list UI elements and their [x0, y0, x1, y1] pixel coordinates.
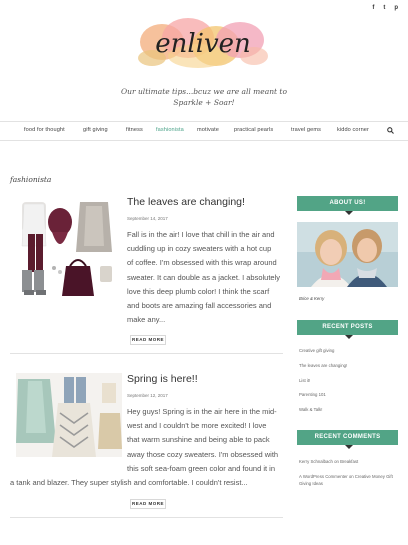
nav-item-motivate[interactable]: motivate [197, 127, 219, 133]
nav-item-gift-giving[interactable]: gift giving [83, 127, 108, 133]
facebook-icon[interactable]: f [372, 5, 374, 11]
logo-text: enliven [155, 29, 251, 59]
main-nav: food for thought gift giving fitness fas… [0, 121, 408, 141]
about-caption: Brice & Kerry [299, 296, 325, 301]
about-us-heading: ABOUT US! [297, 196, 398, 215]
recent-comment[interactable]: A WordPress Commenter on Creative Money … [299, 473, 398, 487]
post-thumbnail[interactable] [16, 196, 122, 306]
post-excerpt-continued: a tank and blazer. They super stylish an… [10, 478, 248, 487]
post-thumbnail[interactable] [16, 373, 122, 457]
recent-post-link[interactable]: List it! [299, 378, 310, 383]
post-excerpt: Fall is in the air! I love that chill in… [127, 230, 281, 325]
site-logo[interactable]: enliven [128, 12, 278, 76]
nav-item-fitness[interactable]: fitness [126, 127, 143, 133]
tagline: Our ultimate tips...bcuz we are all mean… [121, 87, 287, 107]
pinterest-icon[interactable]: p [394, 5, 398, 11]
recent-post-link[interactable]: The leaves are changing! [299, 363, 347, 368]
nav-item-travel-gems[interactable]: travel gems [291, 127, 321, 133]
recent-post-link[interactable]: Parenting 101 [299, 392, 326, 397]
about-photo [297, 222, 398, 287]
nav-item-food-for-thought[interactable]: food for thought [24, 127, 65, 133]
post-title[interactable]: The leaves are changing! [127, 196, 245, 208]
post-card: Spring is here!! September 12, 2017 Hey … [10, 373, 283, 523]
nav-item-kiddo-corner[interactable]: kiddo corner [337, 127, 369, 133]
nav-item-practical-pearls[interactable]: practical pearls [234, 127, 273, 133]
post-date: September 12, 2017 [127, 393, 168, 398]
post-date: September 14, 2017 [127, 216, 168, 221]
nav-item-fashionista[interactable]: fashionista [156, 127, 184, 133]
read-more-button[interactable]: READ MORE [130, 335, 166, 345]
recent-comment[interactable]: Kerry Schnalbach on Breakfast [299, 458, 398, 465]
recent-posts-heading: RECENT POSTS [297, 320, 398, 339]
recent-comments-heading: RECENT COMMENTS [297, 430, 398, 449]
read-more-button[interactable]: READ MORE [130, 499, 166, 509]
post-title[interactable]: Spring is here!! [127, 373, 198, 385]
divider [10, 353, 283, 354]
post-excerpt: Hey guys! Spring is in the air here in t… [127, 407, 279, 473]
search-icon[interactable] [387, 127, 394, 134]
social-links: f t p [372, 5, 398, 11]
divider [10, 517, 283, 518]
page-title: fashionista [10, 175, 52, 184]
twitter-icon[interactable]: t [383, 5, 385, 11]
recent-post-link[interactable]: Walk & Talk! [299, 407, 322, 412]
recent-post-link[interactable]: Creative gift giving [299, 348, 334, 353]
post-card: The leaves are changing! September 14, 2… [10, 196, 283, 356]
